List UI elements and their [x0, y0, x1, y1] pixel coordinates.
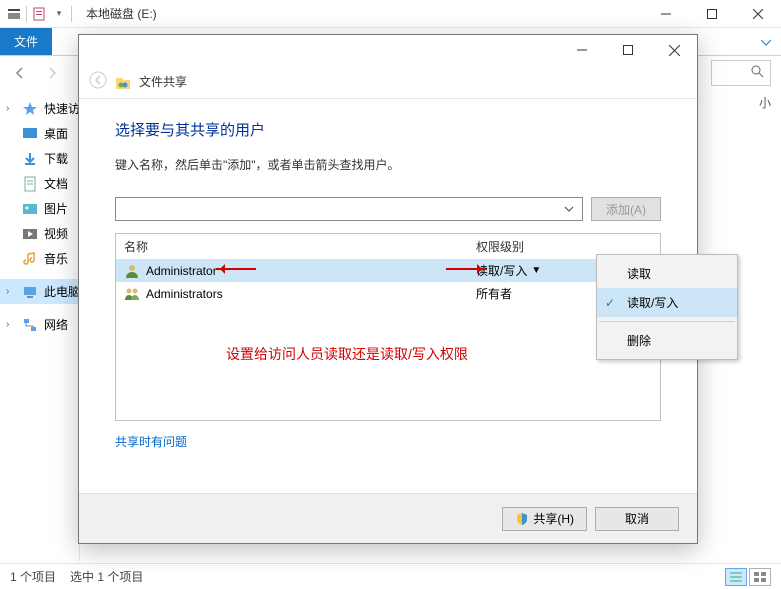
check-icon: ✓: [605, 296, 615, 310]
sidebar-item-downloads[interactable]: 下载: [0, 146, 79, 171]
menu-separator: [599, 321, 735, 322]
sidebar: › 快速访 桌面 下载 文档 图片 视频: [0, 90, 80, 561]
nav-forward-button[interactable]: [38, 60, 66, 86]
user-name: Administrator: [146, 264, 217, 278]
sidebar-item-quickaccess[interactable]: › 快速访: [0, 96, 79, 121]
permission-value: 所有者: [476, 285, 512, 302]
column-header-size[interactable]: 小: [759, 94, 771, 111]
sidebar-item-label: 视频: [44, 225, 68, 242]
picture-icon: [22, 201, 38, 217]
ribbon-expand-icon[interactable]: [751, 28, 781, 55]
help-link[interactable]: 共享时有问题: [115, 433, 187, 450]
qat-dropdown-icon[interactable]: ▾: [51, 6, 67, 22]
view-icons-button[interactable]: [749, 568, 771, 586]
table-row[interactable]: Administrator 读取/写入 ▼: [116, 259, 660, 282]
video-icon: [22, 226, 38, 242]
search-input[interactable]: [711, 60, 771, 86]
shield-icon: [515, 512, 529, 526]
sidebar-item-label: 音乐: [44, 250, 68, 267]
menu-item-read[interactable]: 读取: [597, 259, 737, 288]
table-row[interactable]: Administrators 所有者: [116, 282, 660, 305]
column-header-permission[interactable]: 权限级别: [476, 238, 652, 255]
user-name: Administrators: [146, 287, 223, 301]
sidebar-item-music[interactable]: 音乐: [0, 246, 79, 271]
download-icon: [22, 151, 38, 167]
annotation-arrow: [446, 268, 486, 270]
sidebar-item-label: 文档: [44, 175, 68, 192]
dialog-footer: 共享(H) 取消: [79, 493, 697, 543]
column-header-name[interactable]: 名称: [124, 238, 476, 255]
dialog-close-button[interactable]: [651, 35, 697, 65]
dialog-maximize-button[interactable]: [605, 35, 651, 65]
minimize-button[interactable]: [643, 0, 689, 28]
close-button[interactable]: [735, 0, 781, 28]
dialog-description: 键入名称，然后单击"添加"，或者单击箭头查找用户。: [115, 156, 661, 173]
maximize-button[interactable]: [689, 0, 735, 28]
network-icon: [22, 317, 38, 333]
sidebar-item-label: 快速访: [44, 100, 80, 117]
permissions-table: 名称 权限级别 Administrator 读取/写入 ▼ A: [115, 233, 661, 421]
desktop-icon: [22, 126, 38, 142]
doc-icon: [22, 176, 38, 192]
share-button[interactable]: 共享(H): [502, 507, 587, 531]
status-item-count: 1 个项目: [10, 568, 56, 585]
permission-menu: 读取 ✓ 读取/写入 删除: [596, 254, 738, 360]
menu-item-remove[interactable]: 删除: [597, 326, 737, 355]
cancel-button[interactable]: 取消: [595, 507, 679, 531]
music-icon: [22, 251, 38, 267]
dialog-titlebar: [79, 35, 697, 65]
nav-back-button[interactable]: [6, 60, 34, 86]
pc-icon: [22, 284, 38, 300]
app-icon: [6, 6, 22, 22]
sidebar-item-pictures[interactable]: 图片: [0, 196, 79, 221]
annotation-arrow: [216, 268, 256, 270]
chevron-right-icon: ›: [6, 103, 9, 114]
star-icon: [22, 101, 38, 117]
dialog-minimize-button[interactable]: [559, 35, 605, 65]
sidebar-item-documents[interactable]: 文档: [0, 171, 79, 196]
sidebar-item-label: 桌面: [44, 125, 68, 142]
dialog-content: 选择要与其共享的用户 键入名称，然后单击"添加"，或者单击箭头查找用户。 添加(…: [79, 99, 697, 493]
chevron-right-icon: ›: [6, 319, 9, 330]
properties-icon[interactable]: [31, 6, 47, 22]
sidebar-item-label: 网络: [44, 316, 68, 333]
sidebar-item-videos[interactable]: 视频: [0, 221, 79, 246]
dialog-header: 文件共享: [79, 65, 697, 99]
sidebar-item-thispc[interactable]: › 此电脑: [0, 279, 79, 304]
sidebar-item-desktop[interactable]: 桌面: [0, 121, 79, 146]
tab-file[interactable]: 文件: [0, 28, 52, 55]
file-sharing-dialog: 文件共享 选择要与其共享的用户 键入名称，然后单击"添加"，或者单击箭头查找用户…: [78, 34, 698, 544]
menu-item-readwrite[interactable]: ✓ 读取/写入: [597, 288, 737, 317]
chevron-down-icon: ▼: [531, 265, 541, 276]
sidebar-item-label: 下载: [44, 150, 68, 167]
share-icon: [115, 74, 131, 90]
user-combobox[interactable]: [115, 197, 583, 221]
dialog-back-button: [89, 71, 107, 92]
dialog-heading: 选择要与其共享的用户: [115, 119, 661, 140]
sidebar-item-network[interactable]: › 网络: [0, 312, 79, 337]
search-icon: [751, 65, 764, 81]
add-button[interactable]: 添加(A): [591, 197, 661, 221]
annotation-text: 设置给访问人员读取还是读取/写入权限: [226, 344, 468, 364]
dialog-title: 文件共享: [139, 73, 187, 90]
status-selected-count: 选中 1 个项目: [70, 568, 143, 585]
chevron-down-icon[interactable]: [560, 198, 578, 220]
user-icon: [124, 263, 140, 279]
sidebar-item-label: 此电脑: [44, 283, 80, 300]
chevron-right-icon: ›: [6, 286, 9, 297]
statusbar: 1 个项目 选中 1 个项目: [0, 563, 781, 589]
explorer-titlebar: ▾ 本地磁盘 (E:): [0, 0, 781, 28]
view-details-button[interactable]: [725, 568, 747, 586]
group-icon: [124, 286, 140, 302]
sidebar-item-label: 图片: [44, 200, 68, 217]
window-title: 本地磁盘 (E:): [78, 5, 165, 22]
